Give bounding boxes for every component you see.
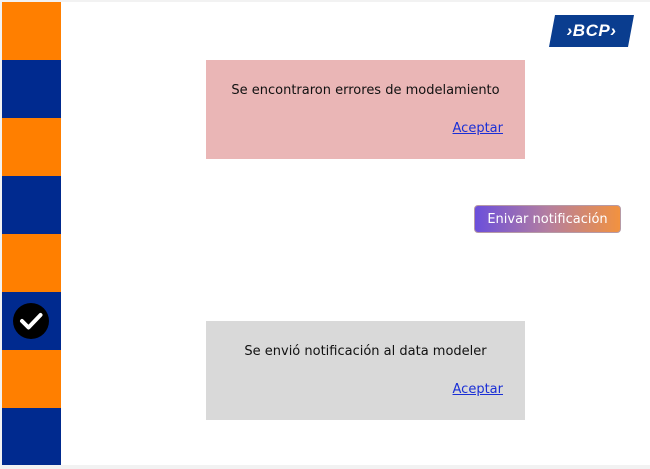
- step-segment: [2, 2, 61, 60]
- step-segment: [2, 408, 61, 465]
- step-sidebar: [2, 2, 61, 465]
- bcp-logo: ›BCP›: [549, 14, 634, 48]
- error-accept-link[interactable]: Aceptar: [453, 121, 503, 136]
- check-circle-icon: [13, 303, 49, 339]
- step-segment: [2, 350, 61, 408]
- info-dialog: Se envió notificación al data modeler Ac…: [206, 321, 525, 420]
- step-segment: [2, 118, 61, 176]
- step-segment-active: [2, 292, 61, 350]
- step-segment: [2, 176, 61, 234]
- step-segment: [2, 60, 61, 118]
- logo-text: ›BCP›: [566, 21, 617, 40]
- info-message: Se envió notificación al data modeler: [244, 344, 487, 359]
- step-segment: [2, 234, 61, 292]
- send-notification-button[interactable]: Enivar notificación: [474, 205, 621, 233]
- error-dialog: Se encontraron errores de modelamiento A…: [206, 60, 525, 159]
- info-accept-link[interactable]: Aceptar: [453, 382, 503, 397]
- error-message: Se encontraron errores de modelamiento: [231, 83, 500, 98]
